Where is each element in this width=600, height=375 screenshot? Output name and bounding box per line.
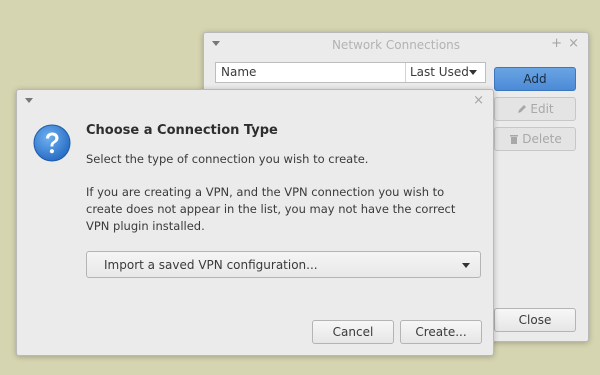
connections-list-header: Name Last Used: [215, 62, 486, 83]
close-icon[interactable]: ×: [473, 93, 484, 109]
window-menu-icon[interactable]: [25, 98, 33, 103]
delete-button-label: Delete: [522, 132, 562, 146]
chevron-down-icon: [462, 263, 470, 268]
choose-connection-type-dialog: × Choose a Connection Type Select the ty…: [16, 89, 494, 356]
sort-arrow-icon[interactable]: [469, 70, 477, 75]
edit-button-label: Edit: [530, 102, 554, 116]
connection-type-selected: Import a saved VPN configuration...: [104, 258, 318, 272]
vpn-plugin-note: If you are creating a VPN, and the VPN c…: [86, 185, 456, 233]
create-button[interactable]: Create...: [400, 320, 482, 344]
column-last-used[interactable]: Last Used: [410, 65, 469, 79]
connection-type-select[interactable]: Import a saved VPN configuration...: [86, 251, 481, 278]
pin-icon[interactable]: +: [551, 36, 562, 52]
pencil-icon: [518, 105, 527, 113]
close-button[interactable]: Close: [494, 308, 576, 332]
dialog-description: Select the type of connection you wish t…: [86, 152, 369, 166]
column-name[interactable]: Name: [221, 65, 256, 79]
add-button[interactable]: Add: [494, 67, 576, 91]
delete-button[interactable]: Delete: [494, 127, 576, 151]
title-bar: Network Connections + ×: [204, 33, 588, 57]
close-icon[interactable]: ×: [568, 36, 579, 52]
question-icon: [33, 124, 71, 162]
window-title: Network Connections: [331, 38, 461, 52]
cancel-button[interactable]: Cancel: [312, 320, 394, 344]
dialog-heading: Choose a Connection Type: [86, 123, 278, 138]
edit-button[interactable]: Edit: [494, 97, 576, 121]
trash-icon: [510, 135, 519, 144]
dialog-title-bar: ×: [17, 90, 493, 114]
column-divider: [405, 63, 406, 82]
